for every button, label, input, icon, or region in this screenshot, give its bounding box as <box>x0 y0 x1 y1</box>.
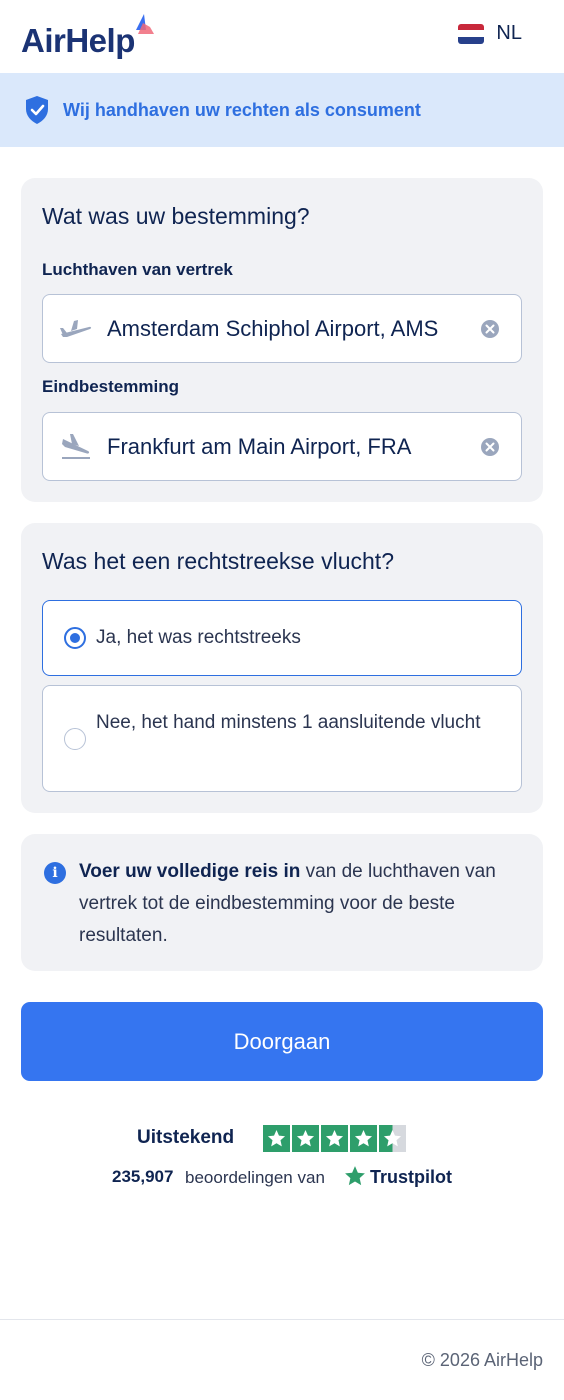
arrival-airport-value: Frankfurt am Main Airport, FRA <box>107 433 412 459</box>
copyright: © 2026 AirHelp <box>421 1350 543 1370</box>
info-icon: i <box>44 862 66 884</box>
direct-no-option[interactable]: Nee, het hand minstens 1 aansluitende vl… <box>42 685 522 792</box>
trustpilot-rating: Uitstekend <box>0 1125 564 1153</box>
banner-text: Wij handhaven uw rechten als consument <box>63 99 421 120</box>
review-count: 235,907 <box>112 1167 174 1186</box>
star-icon <box>321 1125 348 1152</box>
half-star-icon <box>379 1125 406 1152</box>
departure-airport-field[interactable]: Amsterdam Schiphol Airport, AMS <box>42 294 522 363</box>
direct-flight-card: Was het een rechtstreekse vlucht? Ja, he… <box>21 523 543 813</box>
footer-divider <box>0 1319 564 1320</box>
trustpilot-rating-label: Uitstekend <box>137 1127 235 1148</box>
clear-departure-icon[interactable] <box>481 320 499 338</box>
direct-yes-label: Ja, het was rechtstreeks <box>96 627 301 648</box>
plane-takeoff-icon <box>60 320 92 337</box>
destination-title: Wat was uw bestemming? <box>42 203 310 229</box>
star-icon <box>292 1125 319 1152</box>
consumer-rights-banner: Wij handhaven uw rechten als consument <box>0 73 564 147</box>
logo-text: AirHelp <box>21 22 135 59</box>
header: AirHelp NL <box>0 0 564 73</box>
direct-no-label: Nee, het hand minstens 1 aansluitende vl… <box>96 712 481 733</box>
departure-airport-value: Amsterdam Schiphol Airport, AMS <box>107 315 439 341</box>
departure-label: Luchthaven van vertrek <box>42 260 233 279</box>
language-selector[interactable]: NL <box>458 22 522 45</box>
star-icon <box>350 1125 377 1152</box>
netherlands-flag-icon <box>458 23 485 44</box>
info-text: Voer uw volledige reis in van de luchtha… <box>79 856 529 952</box>
destination-card: Wat was uw bestemming? Luchthaven van ve… <box>21 178 543 502</box>
direct-no-radio[interactable] <box>64 728 86 750</box>
plane-landing-icon <box>62 434 90 459</box>
direct-yes-radio[interactable] <box>64 627 86 649</box>
trustpilot-reviews[interactable]: 235,907 beoordelingen van Trustpilot <box>0 1165 564 1191</box>
continue-button[interactable]: Doorgaan <box>21 1002 543 1081</box>
star-icon <box>263 1125 290 1152</box>
language-code: NL <box>496 22 522 44</box>
trustpilot-brand: Trustpilot <box>370 1167 452 1187</box>
direct-flight-title: Was het een rechtstreekse vlucht? <box>42 548 394 574</box>
trustpilot-stars <box>263 1125 408 1152</box>
arrival-label: Eindbestemming <box>42 377 179 396</box>
trustpilot-star-icon <box>345 1166 365 1186</box>
clear-arrival-icon[interactable] <box>481 438 499 456</box>
reviews-text: beoordelingen van <box>185 1168 325 1187</box>
shield-check-icon <box>26 96 48 124</box>
info-card: i Voer uw volledige reis in van de lucht… <box>21 834 543 971</box>
direct-yes-option[interactable]: Ja, het was rechtstreeks <box>42 600 522 676</box>
arrival-airport-field[interactable]: Frankfurt am Main Airport, FRA <box>42 412 522 481</box>
logo-mark-icon <box>136 14 154 34</box>
info-text-bold: Voer uw volledige reis in <box>79 861 301 882</box>
